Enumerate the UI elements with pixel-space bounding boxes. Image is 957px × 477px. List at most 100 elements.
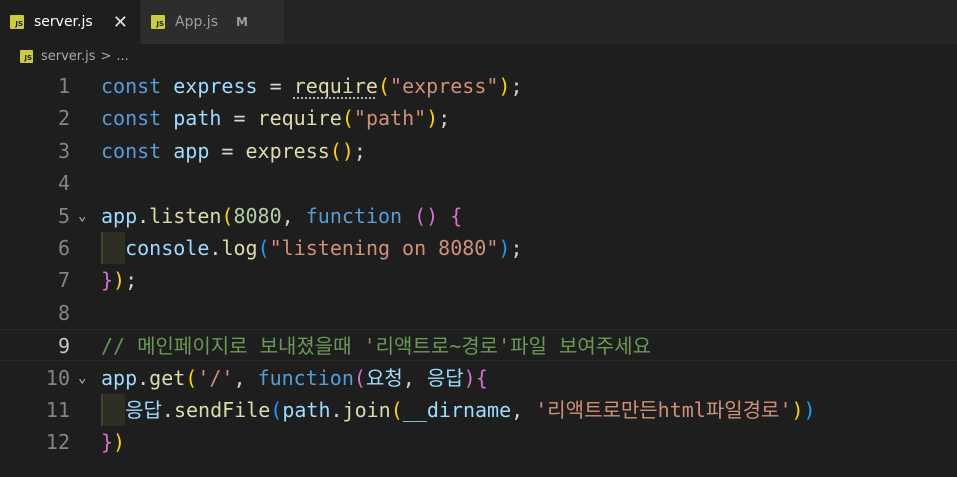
code-line[interactable]: 6 console.log("listening on 8080"); bbox=[0, 232, 957, 264]
close-icon[interactable]: ✕ bbox=[113, 12, 128, 33]
breadcrumb-more[interactable]: ... bbox=[116, 49, 128, 64]
line-number: 11 bbox=[45, 398, 70, 422]
code-token: ( bbox=[185, 365, 198, 390]
code-token: ) bbox=[113, 430, 126, 455]
code-token: ) bbox=[498, 74, 511, 98]
code-token: 요청 bbox=[365, 365, 403, 390]
code-token: 응답 bbox=[426, 365, 464, 390]
code-text: const path = require("path"); bbox=[101, 102, 450, 134]
code-token: , bbox=[233, 365, 258, 390]
code-token: express bbox=[173, 74, 258, 98]
code-token: = bbox=[257, 74, 294, 98]
code-token: ( bbox=[341, 106, 354, 131]
fold-chevron-icon[interactable]: ⌄ bbox=[78, 200, 86, 232]
code-line[interactable]: 4 bbox=[0, 167, 957, 199]
breadcrumb: JS server.js > ... bbox=[0, 44, 957, 68]
code-token: ; bbox=[125, 268, 138, 293]
code-token: , bbox=[281, 203, 306, 228]
line-number: 3 bbox=[57, 138, 70, 163]
tab-app-js[interactable]: JS App.js M bbox=[141, 0, 285, 44]
code-token: 8080 bbox=[233, 203, 282, 228]
code-token: __dirname bbox=[402, 398, 512, 422]
code-token: { bbox=[475, 365, 488, 390]
line-number: 4 bbox=[57, 171, 70, 196]
code-line[interactable]: 2 const path = require("path"); bbox=[0, 102, 957, 134]
code-editor[interactable]: 1 const express = require("express"); 2 con… bbox=[0, 68, 957, 477]
tab-label: server.js bbox=[34, 14, 93, 30]
code-token: "path" bbox=[353, 106, 427, 131]
line-number: 7 bbox=[57, 268, 70, 293]
code-token: } bbox=[101, 430, 114, 455]
code-token: join bbox=[342, 398, 391, 422]
code-token: // 메인페이지로 보내졌을때 '리액트로~경로'파일 보여주세요 bbox=[101, 334, 651, 359]
code-token: ) bbox=[463, 365, 476, 390]
code-token: express bbox=[245, 138, 330, 163]
code-line[interactable]: 7}); bbox=[0, 264, 957, 296]
code-token: '/' bbox=[197, 365, 234, 390]
code-text: const express = require("express"); bbox=[101, 70, 523, 102]
code-token: log bbox=[221, 236, 258, 260]
code-line[interactable]: 5 ⌄ app.listen(8080, function () { bbox=[0, 200, 957, 232]
code-token: ( bbox=[257, 236, 270, 260]
code-token: 응답 bbox=[125, 398, 162, 422]
code-text: }); bbox=[101, 264, 137, 296]
tab-server-js[interactable]: JS server.js ✕ bbox=[0, 0, 141, 44]
code-token: console bbox=[125, 236, 210, 260]
code-line[interactable]: 11 응답.sendFile(path.join(__dirname, '리액트… bbox=[0, 394, 957, 426]
code-token: require bbox=[293, 74, 378, 98]
code-token: app bbox=[101, 365, 138, 390]
code-token: ; bbox=[510, 74, 523, 98]
code-token: get bbox=[149, 365, 186, 390]
tab-label: App.js bbox=[175, 14, 218, 30]
code-line[interactable]: 12}) bbox=[0, 426, 957, 458]
code-token: sendFile bbox=[173, 398, 271, 422]
javascript-file-icon: JS bbox=[151, 15, 165, 29]
code-line[interactable]: 3 const app = express(); bbox=[0, 135, 957, 167]
code-token: , bbox=[402, 365, 427, 390]
code-token: ; bbox=[438, 106, 451, 131]
line-number: 2 bbox=[57, 106, 70, 131]
line-number: 12 bbox=[45, 430, 70, 455]
code-token: "express" bbox=[390, 74, 499, 98]
code-token: ) bbox=[803, 398, 816, 422]
code-token: const bbox=[101, 138, 162, 163]
breadcrumb-file[interactable]: server.js bbox=[41, 49, 95, 64]
fold-chevron-icon[interactable]: ⌄ bbox=[78, 362, 86, 394]
code-token: const bbox=[101, 74, 162, 98]
code-token: require bbox=[257, 106, 342, 131]
line-number: 1 bbox=[57, 74, 70, 98]
code-token: "listening on 8080" bbox=[269, 236, 499, 260]
code-token: path bbox=[173, 106, 222, 131]
modified-indicator: M bbox=[235, 15, 248, 29]
code-text: app.listen(8080, function () { bbox=[101, 200, 462, 232]
code-token: . bbox=[209, 236, 222, 260]
code-token: ) bbox=[791, 398, 804, 422]
code-token: . bbox=[137, 365, 150, 390]
code-text: // 메인페이지로 보내졌을때 '리액트로~경로'파일 보여주세요 bbox=[101, 330, 651, 362]
code-token: ( bbox=[353, 365, 366, 390]
code-line[interactable]: 8 bbox=[0, 297, 957, 329]
code-token: app bbox=[173, 138, 210, 163]
line-number: 10 bbox=[45, 365, 70, 390]
code-line[interactable]: 1 const express = require("express"); bbox=[0, 70, 957, 102]
code-token: ; bbox=[353, 138, 366, 163]
code-line[interactable]: 9 // 메인페이지로 보내졌을때 '리액트로~경로'파일 보여주세요 bbox=[0, 329, 957, 362]
code-line[interactable]: 10 ⌄ app.get('/', function(요청, 응답){ bbox=[0, 362, 957, 394]
code-token: const bbox=[101, 106, 162, 131]
code-token: = bbox=[209, 138, 246, 163]
code-token: listen bbox=[149, 203, 222, 228]
line-number: 8 bbox=[57, 300, 70, 325]
javascript-file-icon: JS bbox=[20, 49, 33, 63]
code-token: ( bbox=[221, 203, 234, 228]
line-number: 6 bbox=[57, 236, 70, 260]
code-token: ( bbox=[270, 398, 283, 422]
code-token: . bbox=[330, 398, 343, 422]
line-number: 5 bbox=[57, 203, 70, 228]
code-token: . bbox=[137, 203, 150, 228]
chevron-right-icon: > bbox=[100, 48, 112, 64]
